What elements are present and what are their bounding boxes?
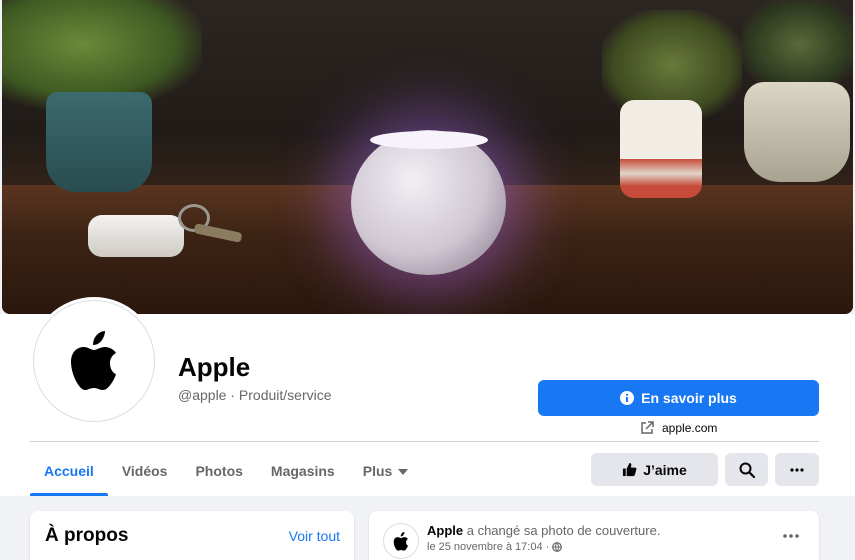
learn-more-label: En savoir plus — [641, 390, 737, 406]
apple-logo-icon — [71, 331, 116, 390]
external-link-icon — [641, 421, 654, 434]
cover-homepod-top — [370, 131, 488, 149]
tab-videos[interactable]: Vidéos — [108, 446, 182, 496]
like-button[interactable]: J’aime — [591, 453, 718, 486]
apple-logo-icon — [393, 531, 408, 551]
see-all-link[interactable]: Voir tout — [289, 528, 340, 544]
more-dots-icon — [783, 534, 799, 538]
tab-label: Accueil — [44, 463, 94, 479]
post-options-button[interactable] — [783, 525, 799, 543]
post-action-text: a changé sa photo de couverture. — [463, 523, 661, 538]
globe-icon — [552, 542, 563, 552]
facebook-page: Apple @apple · Produit/service En savoir… — [0, 0, 855, 560]
tab-magasins[interactable]: Magasins — [257, 446, 349, 496]
post-header: Apple a changé sa photo de couverture. — [427, 523, 660, 538]
learn-more-button[interactable]: En savoir plus — [538, 380, 819, 416]
cover-pot-left — [46, 92, 152, 192]
about-title: À propos — [45, 525, 129, 546]
profile-picture[interactable] — [33, 300, 155, 422]
header-divider — [30, 441, 819, 442]
tab-photos[interactable]: Photos — [181, 446, 256, 496]
more-dots-icon — [790, 467, 804, 472]
tab-accueil[interactable]: Accueil — [30, 446, 108, 496]
post-author-avatar[interactable] — [383, 523, 419, 559]
more-options-button[interactable] — [775, 453, 819, 486]
tab-label: Magasins — [270, 463, 335, 479]
search-button[interactable] — [725, 453, 768, 486]
website-label: apple.com — [662, 421, 718, 435]
tab-label: Vidéos — [121, 463, 168, 479]
page-handle-category: @apple · Produit/service — [178, 387, 332, 403]
cover-plant-far — [742, 0, 853, 90]
page-tabs: Accueil Vidéos Photos Magasins Plus — [30, 446, 422, 496]
cover-photo[interactable] — [2, 0, 853, 314]
cover-homepod-mini — [351, 130, 506, 275]
cover-cat-pot — [620, 100, 702, 198]
cover-airpods-case — [88, 215, 184, 257]
search-icon — [739, 462, 755, 478]
post-author[interactable]: Apple — [427, 523, 463, 538]
post-card: Apple a changé sa photo de couverture. l… — [369, 511, 819, 560]
like-label: J’aime — [643, 461, 687, 478]
tab-label: Photos — [195, 463, 243, 479]
tab-label: Plus — [362, 463, 393, 479]
cover-pot-right — [744, 82, 850, 182]
about-card: À propos Voir tout — [30, 511, 354, 560]
info-icon — [620, 391, 635, 405]
post-date-text: le 25 novembre à 17:04 · — [427, 541, 550, 553]
tab-plus[interactable]: Plus — [349, 446, 423, 496]
page-title: Apple — [178, 352, 251, 382]
website-link[interactable]: apple.com — [640, 421, 717, 435]
thumbs-up-icon — [623, 462, 637, 477]
caret-down-icon — [398, 468, 409, 475]
post-timestamp[interactable]: le 25 novembre à 17:04 · — [427, 541, 563, 553]
